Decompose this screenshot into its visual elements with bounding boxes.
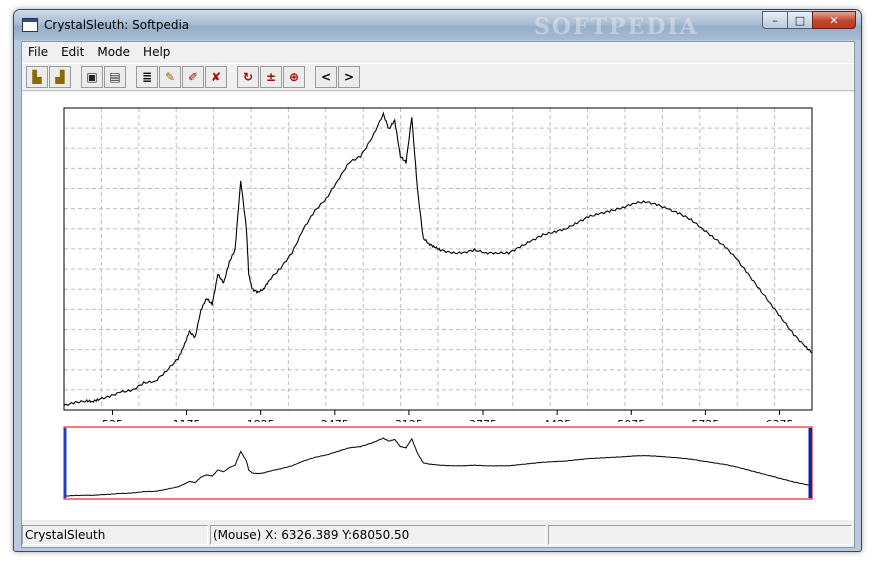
toolbar-button-marker[interactable]: ✐	[182, 66, 204, 88]
save-icon: ▣	[86, 70, 98, 84]
menu-file[interactable]: File	[22, 42, 55, 62]
softpedia-watermark: SOFTPEDIA	[534, 14, 699, 40]
menu-mode[interactable]: Mode	[91, 42, 137, 62]
print-icon: ▤	[109, 70, 121, 84]
status-mouse-coordinates: (Mouse) X: 6326.389 Y:68050.50	[210, 525, 546, 545]
menu-edit[interactable]: Edit	[55, 42, 91, 62]
main-window: CrystalSleuth: Softpedia SOFTPEDIA – □ ✕…	[13, 9, 862, 552]
status-extra	[548, 525, 852, 545]
toolbar-button-delete[interactable]: ✘	[205, 66, 227, 88]
maximize-button[interactable]: □	[787, 11, 813, 29]
next-icon: >	[343, 70, 355, 84]
toolbar-button-bar-chart[interactable]: ▙	[26, 66, 48, 88]
add-peak-icon: ±	[265, 70, 277, 84]
toolbar-button-next[interactable]: >	[338, 66, 360, 88]
caption-buttons: – □ ✕	[762, 11, 856, 29]
toolbar-button-target[interactable]: ⊕	[283, 66, 305, 88]
status-bar: CrystalSleuth (Mouse) X: 6326.389 Y:6805…	[22, 525, 854, 547]
target-icon: ⊕	[288, 70, 300, 84]
client-area: File Edit Mode Help ▙ ▟ ▣ ▤ ≣ ✎ ✐ ✘ ↻ ± …	[21, 41, 855, 548]
x-axis-ticks: 525117518252475312537754425507557256375	[102, 410, 794, 422]
overview-chart[interactable]	[22, 422, 856, 512]
app-window-icon[interactable]	[22, 18, 38, 32]
toolbar: ▙ ▟ ▣ ▤ ≣ ✎ ✐ ✘ ↻ ± ⊕ < >	[22, 63, 854, 91]
status-app-name: CrystalSleuth	[22, 525, 208, 545]
toolbar-button-print[interactable]: ▤	[104, 66, 126, 88]
menu-help[interactable]: Help	[137, 42, 177, 62]
marker-icon: ✐	[187, 70, 199, 84]
close-button[interactable]: ✕	[812, 11, 856, 29]
toolbar-button-previous[interactable]: <	[315, 66, 337, 88]
toolbar-button-edit-chart[interactable]: ✎	[159, 66, 181, 88]
overview-frame	[63, 426, 813, 500]
toolbar-button-refresh[interactable]: ↻	[237, 66, 259, 88]
window-title: CrystalSleuth: Softpedia	[44, 18, 190, 32]
title-bar[interactable]: CrystalSleuth: Softpedia SOFTPEDIA – □ ✕	[14, 10, 861, 40]
refresh-icon: ↻	[242, 70, 254, 84]
chart-grid	[64, 108, 812, 410]
plot-area[interactable]: 525117518252475312537754425507557256375	[22, 92, 854, 520]
bar-chart-icon: ▙	[32, 70, 42, 84]
toolbar-button-document-list[interactable]: ≣	[136, 66, 158, 88]
previous-icon: <	[320, 70, 332, 84]
toolbar-button-spectrum-chart[interactable]: ▟	[49, 66, 71, 88]
spectrum-chart-icon: ▟	[55, 70, 65, 84]
edit-chart-icon: ✎	[164, 70, 176, 84]
minimize-button[interactable]: –	[762, 11, 788, 29]
toolbar-button-save[interactable]: ▣	[81, 66, 103, 88]
overview-series-line	[63, 437, 813, 497]
spectrum-chart[interactable]: 525117518252475312537754425507557256375	[22, 92, 856, 422]
toolbar-button-add-peak[interactable]: ±	[260, 66, 282, 88]
menu-bar: File Edit Mode Help	[22, 42, 854, 62]
delete-icon: ✘	[210, 70, 222, 84]
document-list-icon: ≣	[141, 70, 153, 84]
